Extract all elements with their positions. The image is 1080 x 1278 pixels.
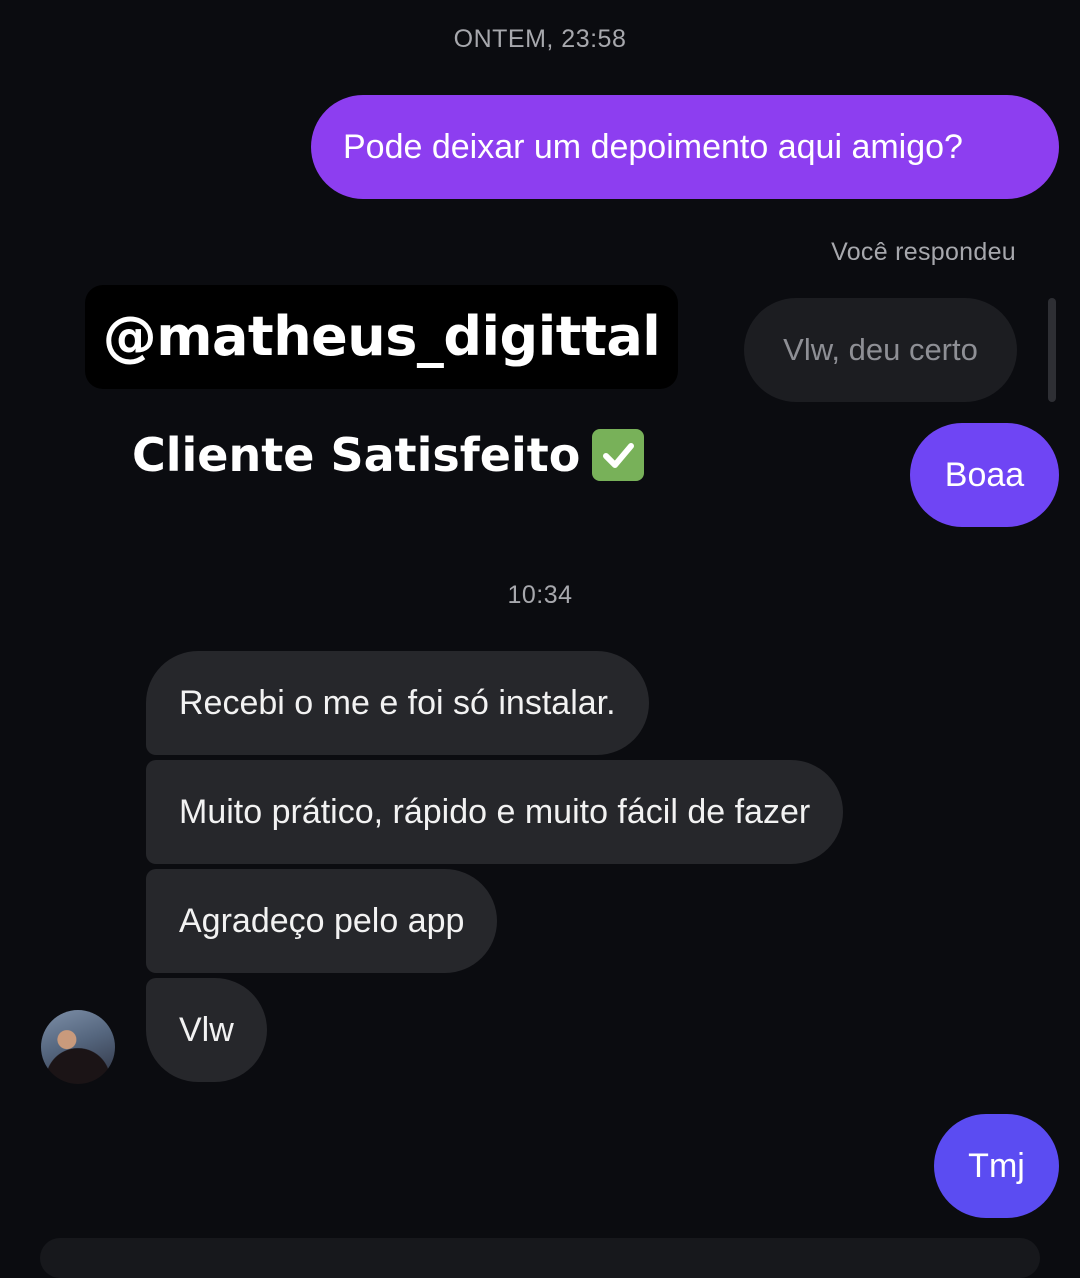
sent-message-question[interactable]: Pode deixar um depoimento aqui amigo? (311, 95, 1059, 199)
received-message-4[interactable]: Vlw (146, 978, 267, 1082)
reply-label: Você respondeu (831, 238, 1016, 266)
sent-message-tmj[interactable]: Tmj (934, 1114, 1059, 1218)
reply-indicator-bar (1048, 298, 1056, 402)
check-mark-button-icon (592, 429, 645, 481)
sent-message-boaa[interactable]: Boaa (910, 423, 1059, 527)
received-message-3[interactable]: Agradeço pelo app (146, 869, 498, 973)
timestamp-today: 10:34 (507, 581, 573, 609)
timestamp-yesterday: ONTEM, 23:58 (453, 25, 627, 53)
contact-avatar[interactable] (41, 1010, 115, 1084)
overlay-caption: Cliente Satisfeito (132, 420, 645, 490)
overlay-handle-tag: @matheus_digittal (85, 285, 678, 389)
received-message-1[interactable]: Recebi o me e foi só instalar. (146, 651, 649, 755)
received-message-2[interactable]: Muito prático, rápido e muito fácil de f… (146, 760, 844, 864)
overlay-caption-text: Cliente Satisfeito (132, 428, 581, 482)
message-composer[interactable] (40, 1238, 1040, 1278)
replied-message-preview[interactable]: Vlw, deu certo (744, 298, 1017, 402)
